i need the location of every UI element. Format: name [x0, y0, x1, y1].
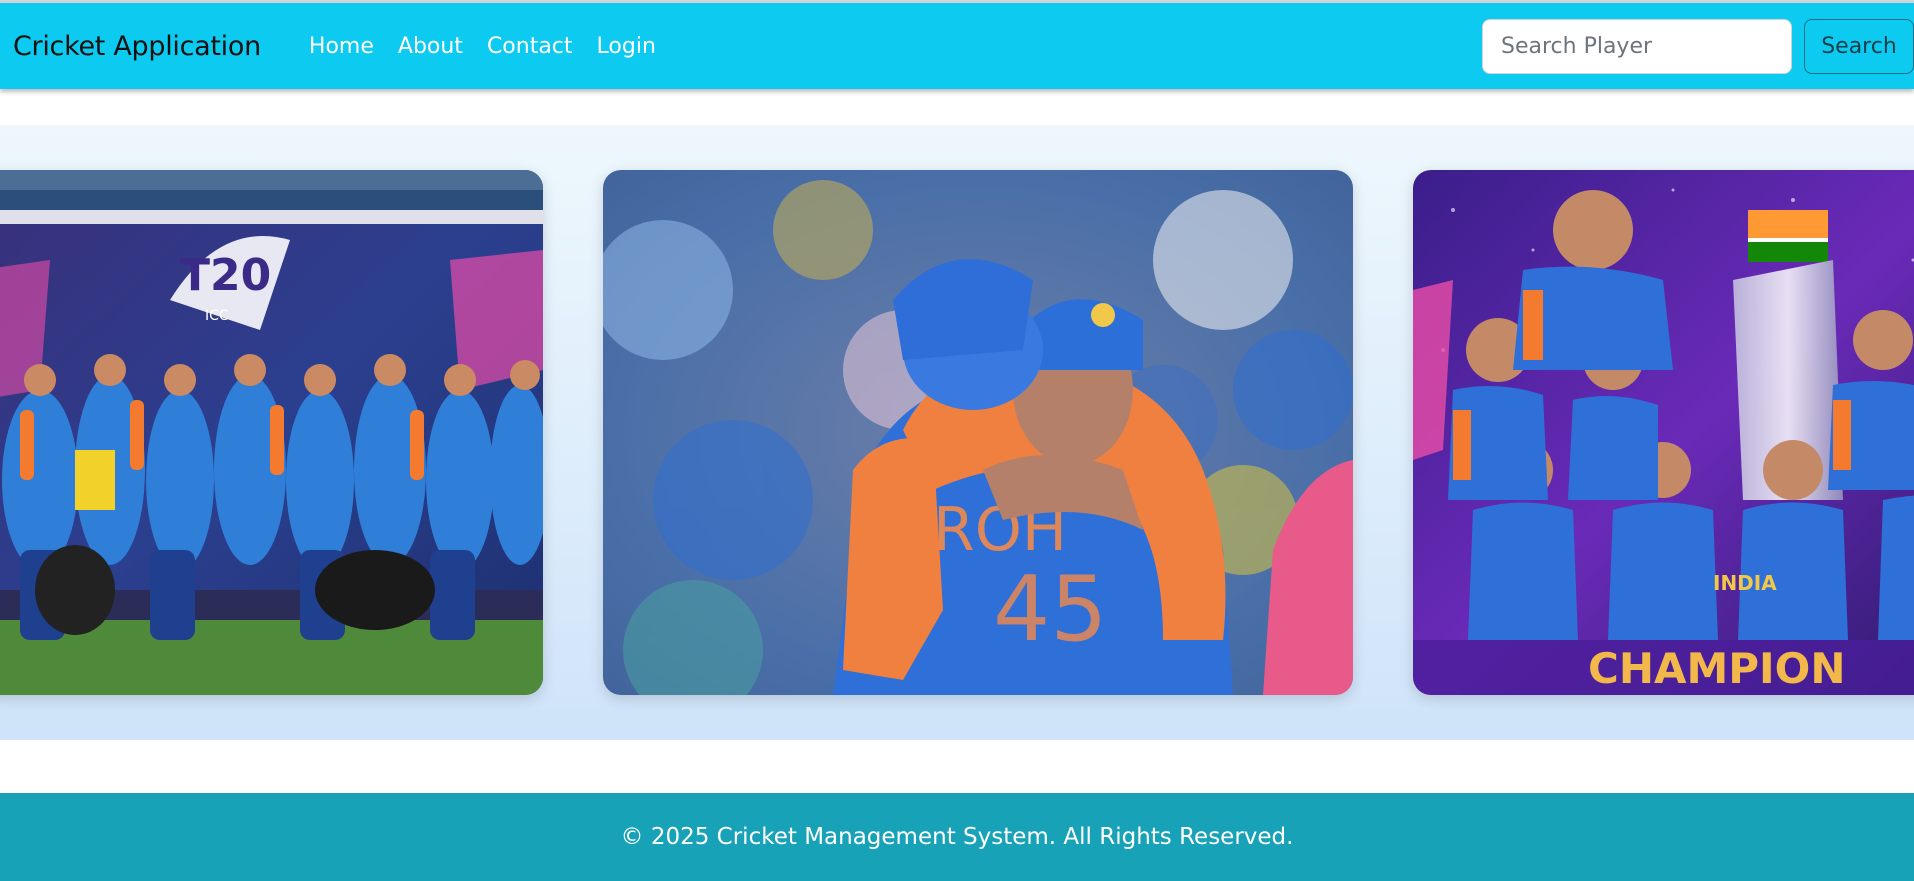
slide-3-india-text: INDIA [1713, 571, 1777, 595]
navbar: Cricket Application Home About Contact L… [0, 3, 1914, 89]
players-embracing-image: ROH 45 [603, 170, 1353, 695]
nav-link-about[interactable]: About [386, 34, 475, 59]
carousel-slide-players-embracing[interactable]: ROH 45 [603, 170, 1353, 695]
team-celebration-image: T20 ICC [0, 170, 543, 695]
carousel-slide-champions-poster[interactable]: INDIA CHAMPION [1413, 170, 1914, 695]
slide-2-jersey-number: 45 [993, 557, 1108, 662]
nav-links: Home About Contact Login [297, 34, 668, 59]
nav-link-home[interactable]: Home [297, 34, 386, 59]
slide-1-t20-text: T20 [180, 250, 271, 301]
brand-logo-text[interactable]: Cricket Application [13, 31, 261, 62]
search-player-input[interactable] [1482, 19, 1792, 74]
nav-link-login[interactable]: Login [585, 34, 668, 59]
nav-link-contact[interactable]: Contact [475, 34, 585, 59]
search-form: Search [1482, 19, 1914, 74]
champions-poster-image: INDIA CHAMPION [1413, 170, 1914, 695]
carousel-slide-team-celebration[interactable]: T20 ICC [0, 170, 543, 695]
slide-1-icc-text: ICC [205, 308, 229, 324]
image-carousel: T20 ICC ROH 45 INDIA CHAMPION [0, 125, 1914, 740]
footer: © 2025 Cricket Management System. All Ri… [0, 793, 1914, 881]
footer-copyright: © 2025 Cricket Management System. All Ri… [620, 824, 1294, 850]
slide-3-champions-text: CHAMPION [1588, 644, 1846, 693]
search-button[interactable]: Search [1804, 19, 1914, 74]
